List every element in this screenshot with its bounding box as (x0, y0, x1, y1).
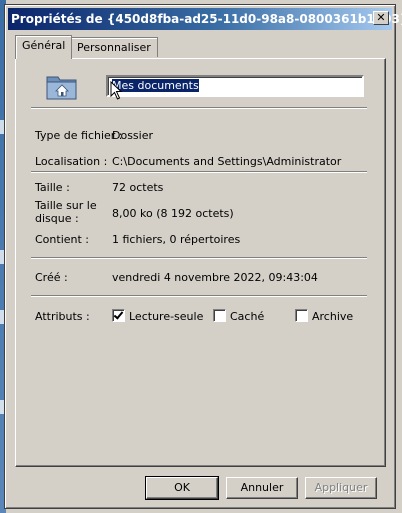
disk-size-label-line1: Taille sur le (35, 199, 97, 212)
separator (31, 295, 367, 297)
separator (31, 107, 367, 109)
archive-label: Archive (312, 310, 354, 323)
hidden-label: Caché (230, 310, 265, 323)
hidden-checkbox[interactable]: Caché (213, 309, 264, 323)
checkbox-unchecked-icon[interactable] (213, 309, 226, 322)
ok-button[interactable]: OK (145, 476, 219, 500)
size-label: Taille : (35, 181, 70, 194)
location-label: Localisation : (35, 155, 108, 168)
apply-button-label: Appliquer (314, 481, 368, 494)
tab-customize[interactable]: Personnaliser (70, 37, 158, 57)
cancel-button[interactable]: Annuler (226, 477, 298, 499)
separator (31, 257, 367, 259)
tab-general-label: Général (22, 39, 66, 52)
cancel-button-label: Annuler (240, 481, 284, 494)
file-type-value: Dossier (112, 129, 154, 142)
checkbox-checked-icon[interactable] (112, 309, 125, 322)
readonly-label: Lecture-seule (129, 310, 204, 323)
readonly-checkbox[interactable]: Lecture-seule (112, 309, 203, 323)
close-icon: ✕ (376, 11, 386, 24)
separator (31, 171, 367, 173)
checkbox-unchecked-icon[interactable] (295, 309, 308, 322)
title-bar[interactable]: Propriétés de {450d8fba-ad25-11d0-98a8-0… (8, 8, 402, 30)
attributes-label: Attributs : (35, 310, 90, 323)
disk-size-label-line2: disque : (35, 212, 79, 225)
folder-name-text: Mes documents (112, 79, 199, 92)
folder-name-input[interactable]: Mes documents (106, 75, 364, 97)
ok-button-label: OK (174, 481, 190, 494)
file-type-label: Type de fichier : (35, 129, 123, 142)
created-label: Créé : (35, 271, 68, 284)
contains-label: Contient : (35, 233, 90, 246)
tab-customize-label: Personnaliser (77, 41, 151, 54)
archive-checkbox[interactable]: Archive (295, 309, 353, 323)
tab-general[interactable]: Général (15, 35, 73, 59)
properties-dialog: Propriétés de {450d8fba-ad25-11d0-98a8-0… (4, 4, 402, 509)
mouse-cursor-icon (110, 81, 123, 100)
contains-value: 1 fichiers, 0 répertoires (112, 233, 241, 246)
close-button[interactable]: ✕ (373, 11, 389, 25)
created-value: vendredi 4 novembre 2022, 09:43:04 (112, 271, 318, 284)
general-panel: Mes documents Type de fichier : Dossier … (15, 58, 386, 467)
disk-size-value: 8,00 ko (8 192 octets) (112, 207, 234, 220)
folder-icon (46, 76, 77, 100)
apply-button[interactable]: Appliquer (305, 477, 377, 499)
size-value: 72 octets (112, 181, 164, 194)
location-value: C:\Documents and Settings\Administrator (112, 155, 342, 168)
window-title: Propriétés de {450d8fba-ad25-11d0-98a8-0… (11, 12, 402, 26)
